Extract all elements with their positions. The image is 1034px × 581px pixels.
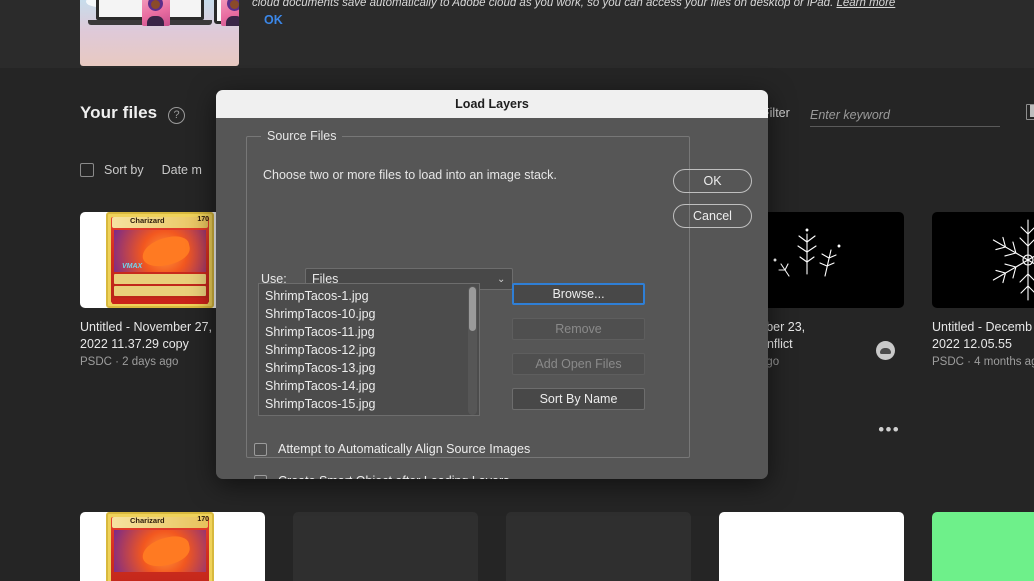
smart-object-label: Create Smart Object after Loading Layers bbox=[278, 474, 509, 479]
list-item[interactable]: ShrimpTacos-12.jpg bbox=[265, 341, 479, 359]
list-item[interactable]: ShrimpTacos-10.jpg bbox=[265, 305, 479, 323]
smart-object-checkbox[interactable] bbox=[254, 475, 267, 480]
list-item[interactable]: ShrimpTacos-11.jpg bbox=[265, 323, 479, 341]
browse-button[interactable]: Browse... bbox=[512, 283, 645, 305]
source-files-legend: Source Files bbox=[261, 129, 342, 143]
file-list-scrollbar-thumb[interactable] bbox=[469, 287, 476, 331]
list-item[interactable]: ShrimpTacos-14.jpg bbox=[265, 377, 479, 395]
file-list-scrollbar[interactable] bbox=[468, 286, 477, 415]
add-open-files-button: Add Open Files bbox=[512, 353, 645, 375]
dialog-title: Load Layers bbox=[216, 90, 768, 118]
dialog-description: Choose two or more files to load into an… bbox=[263, 168, 557, 182]
auto-align-checkbox[interactable] bbox=[254, 443, 267, 456]
source-file-list-inner: ShrimpTacos-1.jpg ShrimpTacos-10.jpg Shr… bbox=[259, 284, 479, 415]
remove-button: Remove bbox=[512, 318, 645, 340]
ok-button[interactable]: OK bbox=[673, 169, 752, 193]
auto-align-checkbox-row[interactable]: Attempt to Automatically Align Source Im… bbox=[254, 442, 530, 456]
list-item[interactable]: ShrimpTacos-1.jpg bbox=[265, 287, 479, 305]
photoshop-home-screen: cloud documents save automatically to Ad… bbox=[0, 0, 1034, 581]
smart-object-checkbox-row[interactable]: Create Smart Object after Loading Layers bbox=[254, 474, 509, 479]
auto-align-label: Attempt to Automatically Align Source Im… bbox=[278, 442, 530, 456]
cancel-button[interactable]: Cancel bbox=[673, 204, 752, 228]
list-item[interactable]: ShrimpTacos-13.jpg bbox=[265, 359, 479, 377]
source-file-list[interactable]: ShrimpTacos-1.jpg ShrimpTacos-10.jpg Shr… bbox=[258, 283, 480, 416]
list-item[interactable]: ShrimpTacos-15.jpg bbox=[265, 395, 479, 413]
load-layers-dialog: Load Layers Source Files Choose two or m… bbox=[216, 90, 768, 479]
list-item[interactable]: ShrimpTacos-16.jpg bbox=[265, 413, 479, 416]
sort-by-name-button[interactable]: Sort By Name bbox=[512, 388, 645, 410]
dialog-body: Source Files Choose two or more files to… bbox=[216, 118, 768, 479]
